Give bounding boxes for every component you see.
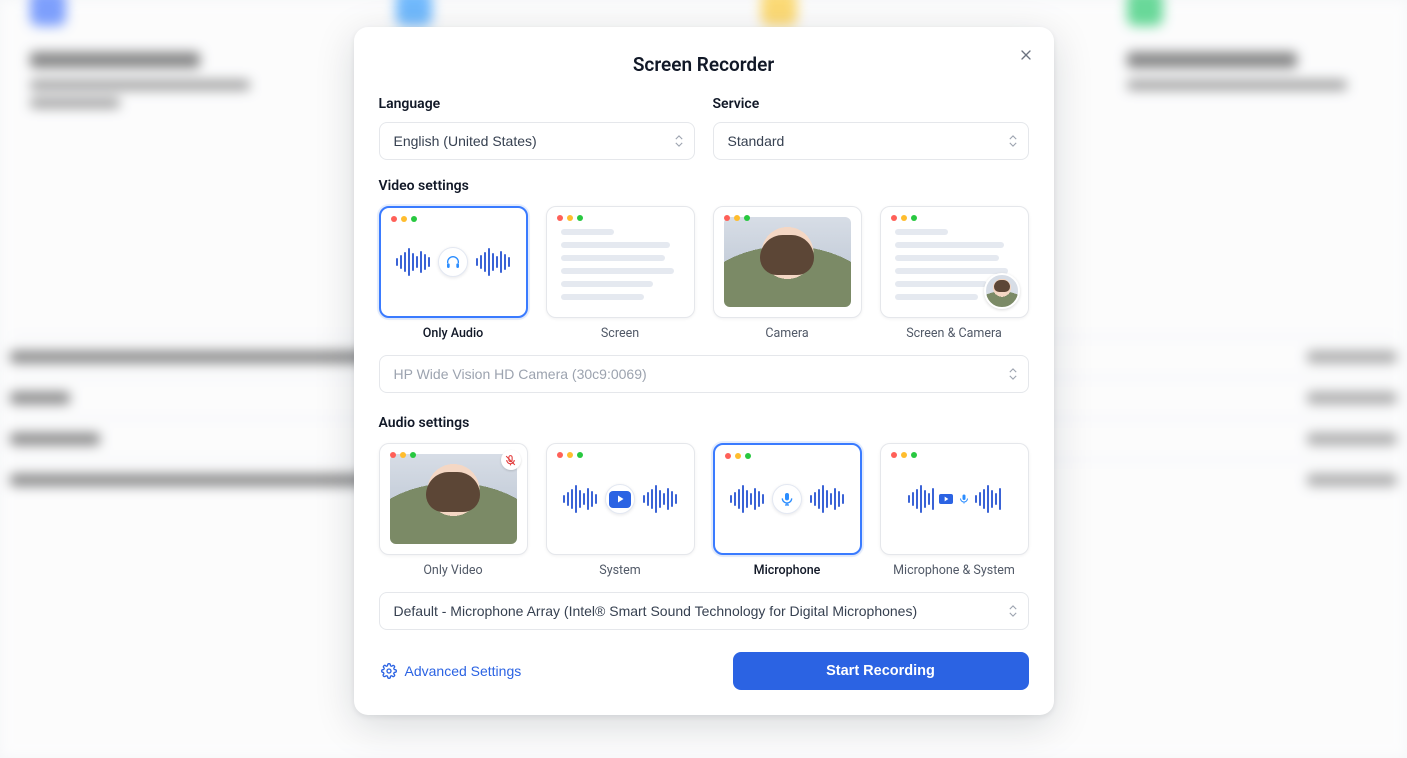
- microphone-device-value: Default - Microphone Array (Intel® Smart…: [394, 603, 918, 619]
- advanced-settings-label: Advanced Settings: [405, 663, 522, 679]
- video-options: Only Audio Screen Camera Screen & Camera: [379, 206, 1029, 341]
- service-value: Standard: [728, 133, 785, 149]
- avatar: [984, 273, 1020, 309]
- chevrons-icon: [1009, 605, 1017, 617]
- audio-option-label: Microphone & System: [893, 563, 1015, 578]
- play-icon: [939, 494, 953, 504]
- audio-option-system[interactable]: [546, 443, 695, 555]
- mic-muted-icon: [501, 450, 521, 470]
- audio-option-label: Only Video: [423, 563, 482, 578]
- audio-options: Only Video System: [379, 443, 1029, 578]
- language-select[interactable]: English (United States): [379, 122, 695, 160]
- camera-preview: [724, 217, 851, 307]
- screen-recorder-modal: Screen Recorder Language English (United…: [354, 27, 1054, 715]
- language-value: English (United States): [394, 133, 537, 149]
- camera-preview: [390, 454, 517, 544]
- video-icon: [605, 484, 635, 514]
- video-option-camera[interactable]: [713, 206, 862, 318]
- start-recording-button[interactable]: Start Recording: [733, 652, 1029, 690]
- microphone-icon: [958, 490, 970, 509]
- audio-option-only-video[interactable]: [379, 443, 528, 555]
- video-option-label: Screen: [601, 326, 639, 341]
- headphones-icon: [438, 247, 468, 277]
- microphone-icon: [772, 484, 802, 514]
- video-option-label: Camera: [765, 326, 808, 341]
- audio-option-microphone[interactable]: [713, 443, 862, 555]
- audio-option-label: System: [599, 563, 640, 578]
- camera-device-value: HP Wide Vision HD Camera (30c9:0069): [394, 366, 647, 382]
- video-option-screen[interactable]: [546, 206, 695, 318]
- video-section-label: Video settings: [379, 178, 1029, 194]
- video-option-only-audio[interactable]: [379, 206, 528, 318]
- close-button[interactable]: [1012, 41, 1040, 69]
- service-label: Service: [713, 96, 1029, 112]
- camera-device-select[interactable]: HP Wide Vision HD Camera (30c9:0069): [379, 355, 1029, 393]
- chevrons-icon: [1009, 368, 1017, 380]
- modal-title: Screen Recorder: [379, 53, 1029, 76]
- audio-section-label: Audio settings: [379, 415, 1029, 431]
- video-option-label: Screen & Camera: [906, 326, 1002, 341]
- chevrons-icon: [1009, 135, 1017, 147]
- microphone-device-select[interactable]: Default - Microphone Array (Intel® Smart…: [379, 592, 1029, 630]
- chevrons-icon: [675, 135, 683, 147]
- service-select[interactable]: Standard: [713, 122, 1029, 160]
- audio-option-label: Microphone: [754, 563, 821, 578]
- video-option-screen-camera[interactable]: [880, 206, 1029, 318]
- start-recording-label: Start Recording: [826, 663, 935, 679]
- audio-option-mic-system[interactable]: [880, 443, 1029, 555]
- video-option-label: Only Audio: [423, 326, 483, 341]
- language-label: Language: [379, 96, 695, 112]
- close-icon: [1018, 47, 1034, 63]
- advanced-settings-button[interactable]: Advanced Settings: [379, 657, 524, 685]
- gear-icon: [381, 663, 397, 679]
